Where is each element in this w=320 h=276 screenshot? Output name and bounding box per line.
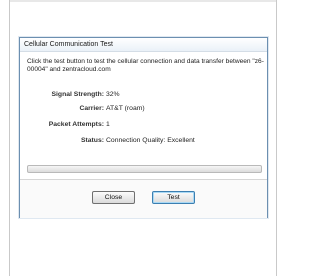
status-label: Status:: [80, 137, 104, 144]
packet-attempts-row: Packet Attempts: 1: [20, 120, 269, 129]
carrier-value: AT&T (roam): [106, 105, 145, 112]
signal-strength-label: Signal Strength:: [51, 91, 105, 98]
close-button[interactable]: Close: [92, 191, 135, 204]
test-progress-bar: [27, 165, 262, 173]
cellular-test-dialog: Cellular Communication Test Click the te…: [19, 37, 268, 218]
page-top-divider: [10, 0, 276, 2]
signal-strength-value: 32%: [106, 91, 120, 98]
carrier-row: Carrier: AT&T (roam): [20, 104, 269, 113]
signal-strength-row: Signal Strength: 32%: [20, 90, 269, 99]
packet-attempts-value: 1: [106, 121, 110, 128]
dialog-footer: Close Test: [20, 179, 267, 218]
status-row: Status: Connection Quality: Excellent: [20, 136, 269, 145]
dialog-title: Cellular Communication Test: [20, 38, 267, 52]
dialog-instructions: Click the test button to test the cellul…: [27, 58, 264, 73]
carrier-label: Carrier:: [79, 105, 104, 112]
status-value: Connection Quality: Excellent: [106, 137, 195, 144]
packet-attempts-label: Packet Attempts:: [48, 121, 104, 128]
test-button[interactable]: Test: [152, 191, 195, 204]
